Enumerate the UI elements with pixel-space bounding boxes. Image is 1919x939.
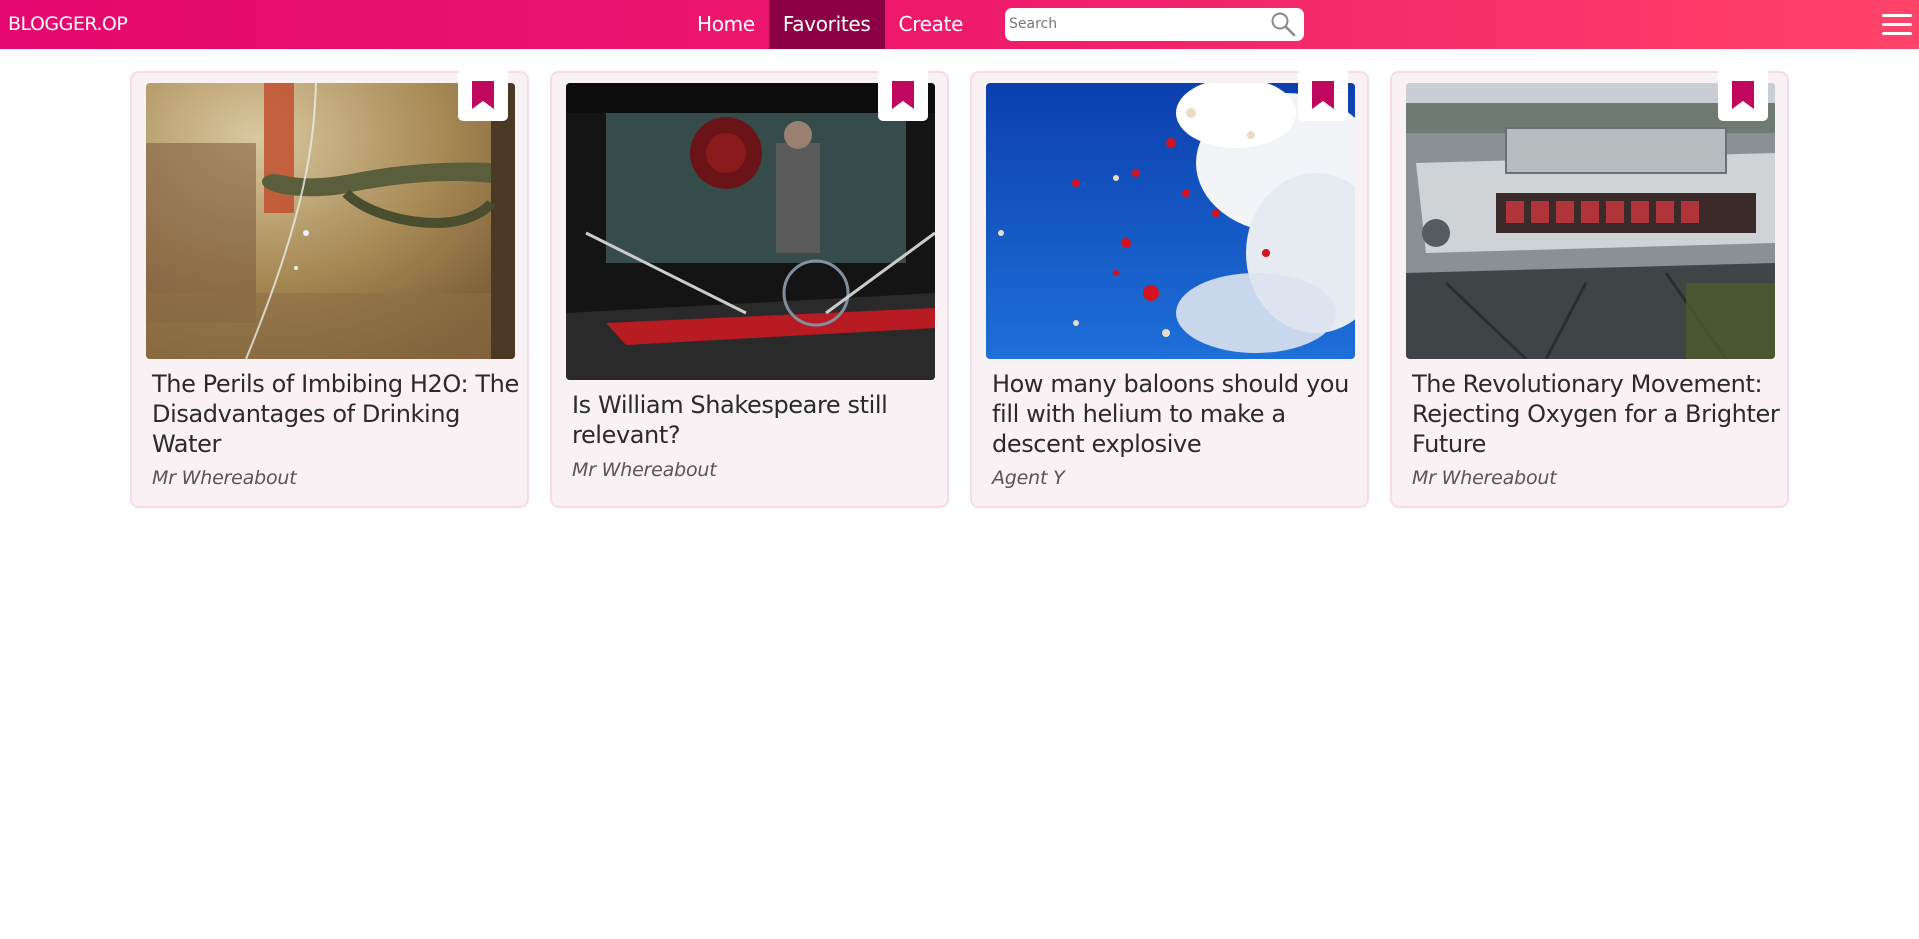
post-card[interactable]: The Revolutionary Movement: Rejecting Ox… [1390,71,1789,508]
post-author: Mr Whereabout [152,467,297,489]
top-navbar: BLOGGER.OP Home Favorites Create [0,0,1919,49]
search-box [1005,8,1304,41]
post-title[interactable]: The Perils of Imbibing H2O: The Disadvan… [152,369,522,459]
post-title[interactable]: How many baloons should you fill with he… [992,369,1362,459]
post-card[interactable]: How many baloons should you fill with he… [970,71,1369,508]
post-card[interactable]: The Perils of Imbibing H2O: The Disadvan… [130,71,529,508]
nav-home[interactable]: Home [683,0,769,49]
brand-logo[interactable]: BLOGGER.OP [8,13,128,35]
bookmark-button[interactable] [878,71,928,121]
post-title[interactable]: The Revolutionary Movement: Rejecting Ox… [1412,369,1782,459]
bookmark-button[interactable] [1718,71,1768,121]
post-thumbnail-balloons[interactable] [986,83,1355,359]
post-thumbnail-abandoned-boat[interactable] [1406,83,1775,359]
main-nav: Home Favorites Create [683,0,977,49]
nav-create[interactable]: Create [885,0,978,49]
search-input[interactable] [1009,12,1259,36]
post-title[interactable]: Is William Shakespeare still relevant? [572,390,942,450]
post-thumbnail-fountain[interactable] [146,83,515,359]
post-card[interactable]: Is William Shakespeare still relevant? M… [550,71,949,508]
post-author: Mr Whereabout [572,459,717,481]
bookmark-button[interactable] [1298,71,1348,121]
hamburger-menu-icon[interactable] [1882,14,1912,36]
post-author: Mr Whereabout [1412,467,1557,489]
post-author: Agent Y [992,467,1065,489]
bookmark-button[interactable] [458,71,508,121]
post-thumbnail-theatre[interactable] [566,83,935,380]
nav-favorites[interactable]: Favorites [768,0,885,49]
search-icon[interactable] [1270,11,1296,37]
